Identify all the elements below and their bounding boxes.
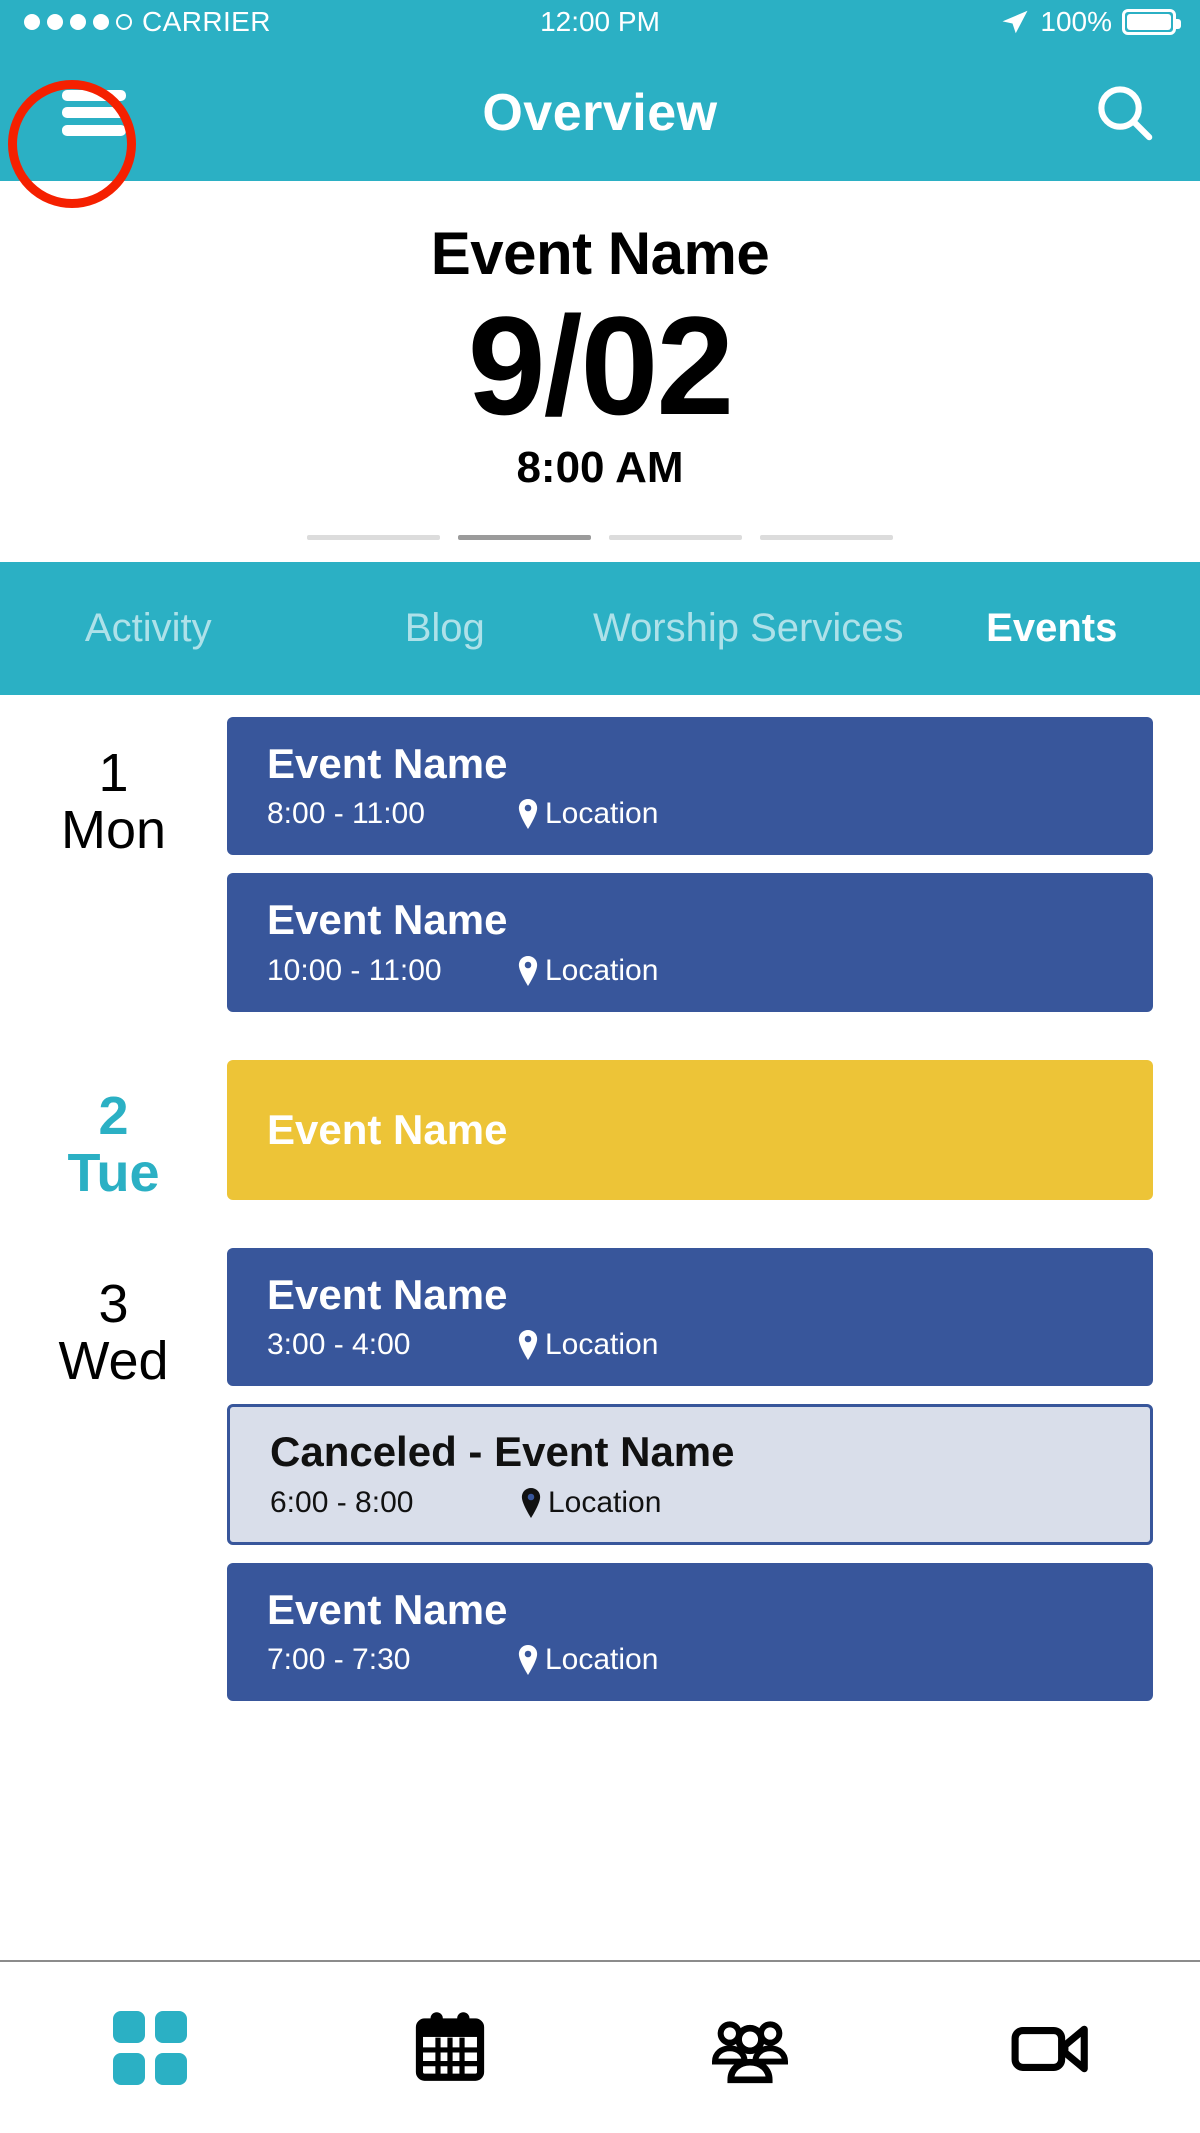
event-card[interactable]: Event Name 8:00 - 11:00 Location: [227, 717, 1153, 855]
status-bar-right: 100%: [1000, 6, 1176, 38]
calendar-icon: [411, 2009, 489, 2087]
event-time: 10:00 - 11:00: [267, 954, 517, 988]
event-title: Event Name: [267, 739, 1113, 789]
location-pin-icon: [517, 1645, 539, 1675]
bottom-tab-bar: [0, 1960, 1200, 2133]
tab-activity[interactable]: Activity: [0, 606, 297, 651]
page-indicator-dash[interactable]: [307, 535, 440, 540]
grid-dashboard-icon: [113, 2011, 187, 2085]
bottom-tab-groups[interactable]: [600, 2009, 900, 2087]
event-meta: 7:00 - 7:30 Location: [267, 1643, 1113, 1677]
event-location-label: Location: [548, 1486, 661, 1520]
battery-percent-label: 100%: [1040, 6, 1112, 38]
hero-section: Event Name 9/02 8:00 AM: [0, 181, 1200, 540]
day-events: Event Name3:00 - 4:00LocationCanceled - …: [227, 1248, 1200, 1719]
event-time: 7:00 - 7:30: [267, 1643, 517, 1677]
event-location-label: Location: [545, 1328, 658, 1362]
day-label: 1Mon: [0, 717, 227, 1030]
signal-dot: [70, 14, 86, 30]
nav-bar: Overview: [0, 44, 1200, 181]
event-time: 8:00 - 11:00: [267, 797, 517, 831]
event-title: Event Name: [267, 1585, 1113, 1635]
bottom-tab-calendar[interactable]: [300, 2009, 600, 2087]
event-location-label: Location: [545, 1643, 658, 1677]
event-time: 3:00 - 4:00: [267, 1328, 517, 1362]
event-card[interactable]: Event Name 10:00 - 11:00 Location: [227, 873, 1153, 1011]
event-time: 6:00 - 8:00: [270, 1486, 520, 1520]
event-location: Location: [517, 954, 658, 988]
status-bar: CARRIER 12:00 PM 100%: [0, 0, 1200, 44]
day-number: 3: [0, 1276, 227, 1333]
status-bar-left: CARRIER: [24, 6, 271, 38]
tab-blog[interactable]: Blog: [297, 606, 594, 651]
day-name: Mon: [0, 802, 227, 859]
day-events: Event Name: [227, 1060, 1200, 1218]
day-name: Wed: [0, 1333, 227, 1390]
day-number: 1: [0, 745, 227, 802]
event-location: Location: [520, 1486, 661, 1520]
navigation-arrow-icon: [1000, 7, 1030, 37]
location-pin-icon: [517, 956, 539, 986]
event-meta: 6:00 - 8:00 Location: [270, 1486, 1110, 1520]
day-number: 2: [0, 1088, 227, 1145]
event-meta: 10:00 - 11:00 Location: [267, 954, 1113, 988]
event-location-label: Location: [545, 954, 658, 988]
event-card[interactable]: Event Name 7:00 - 7:30 Location: [227, 1563, 1153, 1701]
tab-worship-services[interactable]: Worship Services: [593, 606, 903, 651]
hero-date: 9/02: [0, 292, 1200, 439]
video-camera-icon: [1008, 2009, 1092, 2087]
day-events: Event Name8:00 - 11:00LocationEvent Name…: [227, 717, 1200, 1030]
event-card[interactable]: Canceled - Event Name 6:00 - 8:00 Location: [227, 1404, 1153, 1544]
event-title: Event Name: [267, 895, 1113, 945]
day-name: Tue: [0, 1145, 227, 1202]
signal-dot: [47, 14, 63, 30]
signal-dot-empty: [116, 14, 132, 30]
battery-icon: [1122, 9, 1176, 35]
event-card[interactable]: Event Name 3:00 - 4:00 Location: [227, 1248, 1153, 1386]
hero-event-name: Event Name: [0, 219, 1200, 288]
event-location-label: Location: [545, 797, 658, 831]
agenda-day-group: 2Tue Event Name: [0, 1060, 1200, 1218]
agenda-day-group: 3WedEvent Name3:00 - 4:00LocationCancele…: [0, 1248, 1200, 1719]
carrier-label: CARRIER: [142, 6, 271, 38]
page-indicator-dash[interactable]: [760, 535, 893, 540]
signal-dot: [24, 14, 40, 30]
event-title: Event Name: [267, 1105, 507, 1155]
day-label: 2Tue: [0, 1060, 227, 1218]
event-meta: 8:00 - 11:00 Location: [267, 797, 1113, 831]
event-meta: 3:00 - 4:00 Location: [267, 1328, 1113, 1362]
location-pin-icon: [517, 799, 539, 829]
section-tab-bar: Activity Blog Worship Services Events: [0, 562, 1200, 695]
signal-strength-icon: [24, 14, 132, 30]
bottom-tab-dashboard[interactable]: [0, 2011, 300, 2085]
bottom-tab-video[interactable]: [900, 2009, 1200, 2087]
event-title: Event Name: [267, 1270, 1113, 1320]
page-indicator-dash[interactable]: [609, 535, 742, 540]
day-label: 3Wed: [0, 1248, 227, 1719]
app-screen: CARRIER 12:00 PM 100% Overview Event Nam…: [0, 0, 1200, 2133]
event-title: Canceled - Event Name: [270, 1427, 1110, 1477]
agenda-day-group: 1MonEvent Name8:00 - 11:00LocationEvent …: [0, 717, 1200, 1030]
event-card[interactable]: Event Name: [227, 1060, 1153, 1200]
location-pin-icon: [520, 1488, 542, 1518]
page-title: Overview: [0, 83, 1200, 143]
tab-events[interactable]: Events: [904, 606, 1200, 651]
signal-dot: [93, 14, 109, 30]
event-location: Location: [517, 797, 658, 831]
agenda-list: 1MonEvent Name8:00 - 11:00LocationEvent …: [0, 695, 1200, 1719]
event-location: Location: [517, 1643, 658, 1677]
location-pin-icon: [517, 1330, 539, 1360]
page-indicator-dash-active[interactable]: [458, 535, 591, 540]
people-group-icon: [709, 2009, 791, 2087]
search-icon[interactable]: [1090, 78, 1160, 148]
event-location: Location: [517, 1328, 658, 1362]
hero-time: 8:00 AM: [0, 443, 1200, 493]
carousel-page-indicator[interactable]: [0, 535, 1200, 540]
